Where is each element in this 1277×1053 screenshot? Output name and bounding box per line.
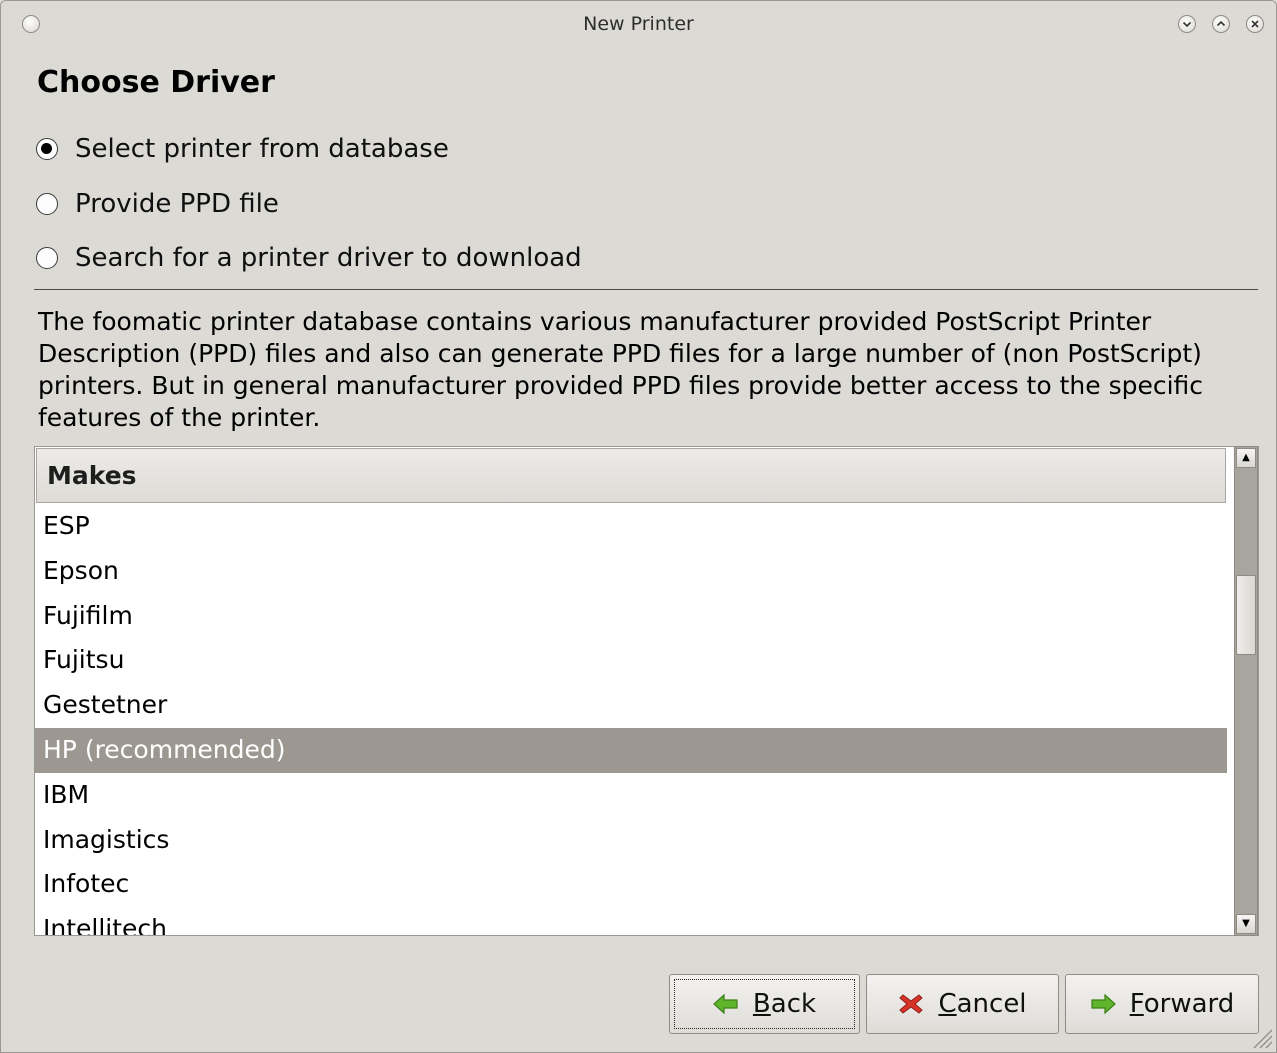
list-item[interactable]: Gestetner [35,683,1227,728]
option-label: Select printer from database [75,134,449,164]
makes-list-body[interactable]: ESP Epson Fujifilm Fujitsu Gestetner HP … [35,504,1227,935]
makes-list-scrollbar[interactable]: ▲ ▼ [1234,446,1258,936]
back-button[interactable]: Back [669,974,860,1034]
scrollbar-thumb[interactable] [1236,575,1256,655]
close-button[interactable] [1246,15,1264,33]
makes-list[interactable]: Makes ESP Epson Fujifilm Fujitsu Gestetn… [34,446,1259,936]
green-right-arrow-icon [1091,993,1116,1015]
list-item[interactable]: Infotec [35,862,1227,907]
list-item[interactable]: Fujifilm [35,594,1227,639]
cancel-button-label: Cancel [938,989,1027,1019]
option-provide-ppd-file[interactable]: Provide PPD file [36,189,279,219]
list-item[interactable]: Epson [35,549,1227,594]
list-item[interactable]: Fujitsu [35,638,1227,683]
window-title: New Printer [583,13,694,35]
radio-select-from-database[interactable] [36,138,58,160]
radio-provide-ppd-file[interactable] [36,193,58,215]
list-item[interactable]: Intellitech [35,907,1227,935]
list-item[interactable]: IBM [35,773,1227,818]
chevron-down-icon [1182,21,1192,28]
green-left-arrow-icon [713,993,738,1015]
forward-button-label: Forward [1129,989,1235,1019]
close-icon [1251,20,1259,28]
scroll-up-arrow-icon[interactable]: ▲ [1236,448,1256,468]
list-item[interactable]: Imagistics [35,818,1227,863]
list-item[interactable]: ESP [35,504,1227,549]
radio-search-driver-download[interactable] [36,247,58,269]
cancel-button[interactable]: Cancel [866,974,1059,1034]
option-select-from-database[interactable]: Select printer from database [36,134,449,164]
back-button-label: Back [752,989,817,1019]
chevron-up-icon [1216,20,1226,27]
option-search-driver-download[interactable]: Search for a printer driver to download [36,243,582,273]
title-bar[interactable]: New Printer [1,1,1276,47]
database-description: The foomatic printer database contains v… [38,307,1204,432]
minimize-button[interactable] [1178,15,1196,33]
separator [34,289,1258,290]
new-printer-dialog: New Printer Choose Driver Select printer… [0,0,1277,1053]
maximize-button[interactable] [1212,15,1230,33]
option-label: Search for a printer driver to download [75,243,582,273]
page-title: Choose Driver [37,65,275,100]
forward-button[interactable]: Forward [1065,974,1259,1034]
list-item-selected[interactable]: HP (recommended) [35,727,1227,773]
red-x-icon [899,994,924,1014]
option-label: Provide PPD file [75,189,279,219]
scroll-down-arrow-icon[interactable]: ▼ [1236,914,1256,934]
makes-column-header[interactable]: Makes [36,448,1226,503]
resize-grip-icon[interactable] [1248,1024,1274,1050]
